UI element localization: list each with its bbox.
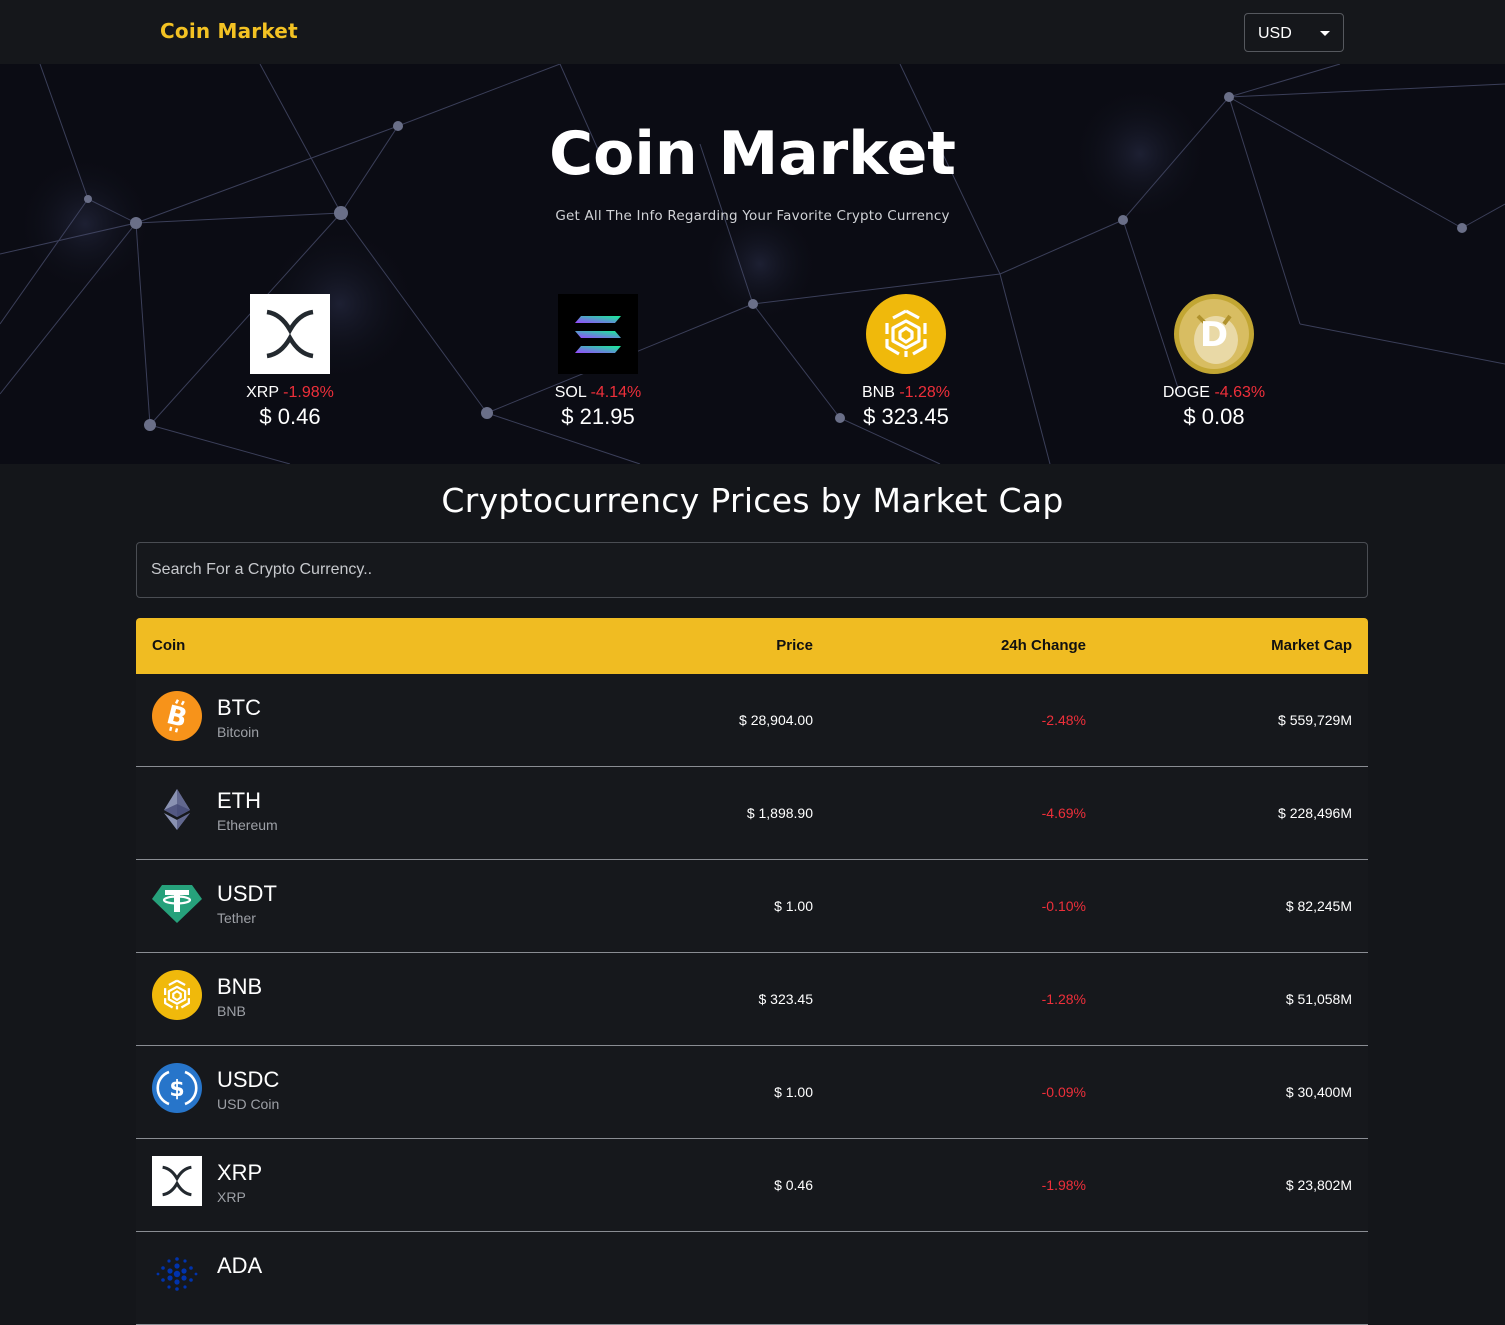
trending-coin-bnb[interactable]: BNB -1.28% $ 323.45 bbox=[806, 294, 1006, 430]
table-header: Coin Price 24h Change Market Cap bbox=[136, 618, 1368, 674]
xrp-icon bbox=[250, 294, 330, 374]
trending-symbol: DOGE bbox=[1162, 384, 1210, 401]
table-row[interactable]: USDT Tether $ 1.00 -0.10% $ 82,245M bbox=[136, 860, 1368, 953]
brand-logo[interactable]: Coin Market bbox=[160, 19, 298, 43]
coin-symbol: ADA bbox=[217, 1253, 263, 1278]
trending-price: $ 21.95 bbox=[561, 404, 635, 429]
doge-icon: D bbox=[1174, 294, 1254, 374]
trending-change: -1.28% bbox=[899, 384, 951, 401]
column-header-24h-change[interactable]: 24h Change bbox=[1001, 637, 1086, 654]
coin-symbol: USDT bbox=[217, 881, 277, 906]
coin-24h-change: -1.98% bbox=[1041, 1177, 1086, 1193]
trending-change: -4.63% bbox=[1214, 384, 1266, 401]
ada-icon bbox=[152, 1249, 202, 1299]
usdc-icon: $ bbox=[152, 1063, 202, 1113]
coin-market-cap: $ 51,058M bbox=[1285, 991, 1352, 1007]
btc-icon: B bbox=[152, 691, 202, 741]
trending-symbol: SOL bbox=[554, 384, 587, 401]
coins-table: Coin Price 24h Change Market Cap B BTC B… bbox=[136, 618, 1368, 1325]
bnb-icon bbox=[866, 294, 946, 374]
svg-text:$: $ bbox=[169, 1077, 184, 1102]
coin-24h-change: -2.48% bbox=[1041, 712, 1086, 728]
trending-coin-doge[interactable]: D DOGE -4.63% $ 0.08 bbox=[1114, 294, 1314, 430]
usdt-icon bbox=[152, 877, 202, 927]
table-row[interactable]: $ USDC USD Coin $ 1.00 -0.09% $ 30,400M bbox=[136, 1046, 1368, 1139]
sol-icon bbox=[558, 294, 638, 374]
coin-price: $ 28,904.00 bbox=[739, 712, 813, 728]
coin-symbol: ETH bbox=[217, 788, 261, 813]
coin-price: $ 1.00 bbox=[774, 898, 813, 914]
coin-market-cap: $ 228,496M bbox=[1278, 805, 1352, 821]
trending-symbol: BNB bbox=[861, 384, 895, 401]
currency-select[interactable]: USD bbox=[1244, 13, 1344, 52]
table-row[interactable]: ADA bbox=[136, 1232, 1368, 1325]
currency-selected-value: USD bbox=[1258, 25, 1292, 42]
column-header-price[interactable]: Price bbox=[776, 637, 813, 654]
trending-coin-xrp[interactable]: XRP -1.98% $ 0.46 bbox=[190, 294, 390, 430]
column-header-market-cap[interactable]: Market Cap bbox=[1271, 637, 1352, 654]
eth-icon bbox=[152, 784, 202, 834]
coin-name: USD Coin bbox=[217, 1096, 280, 1112]
coin-price: $ 1,898.90 bbox=[746, 805, 813, 821]
coin-name: XRP bbox=[217, 1189, 246, 1205]
hero-title: Coin Market bbox=[549, 119, 956, 189]
coin-market-cap: $ 559,729M bbox=[1278, 712, 1352, 728]
table-row[interactable]: XRP XRP $ 0.46 -1.98% $ 23,802M bbox=[136, 1139, 1368, 1232]
search-input[interactable] bbox=[136, 542, 1368, 598]
trending-change: -4.14% bbox=[590, 384, 642, 401]
trending-price: $ 0.46 bbox=[259, 404, 321, 429]
trending-coin-sol[interactable]: SOL -4.14% $ 21.95 bbox=[498, 294, 698, 430]
table-row[interactable]: BNB BNB $ 323.45 -1.28% $ 51,058M bbox=[136, 953, 1368, 1046]
coin-24h-change: -1.28% bbox=[1041, 991, 1086, 1007]
trending-price: $ 0.08 bbox=[1183, 404, 1245, 429]
table-row[interactable]: B BTC Bitcoin $ 28,904.00 -2.48% $ 559,7… bbox=[136, 674, 1368, 767]
coin-name: Ethereum bbox=[217, 817, 278, 833]
trending-change: -1.98% bbox=[283, 384, 334, 401]
table-row[interactable]: ETH Ethereum $ 1,898.90 -4.69% $ 228,496… bbox=[136, 767, 1368, 860]
coin-market-cap: $ 30,400M bbox=[1285, 1084, 1352, 1100]
chevron-down-icon bbox=[1320, 31, 1330, 36]
coin-symbol: BNB bbox=[217, 974, 263, 999]
coin-name: Tether bbox=[217, 910, 256, 926]
coin-name: Bitcoin bbox=[217, 724, 260, 740]
coin-symbol: XRP bbox=[217, 1160, 263, 1185]
hero-subtitle: Get All The Info Regarding Your Favorite… bbox=[555, 208, 950, 224]
top-navbar: Coin Market USD bbox=[0, 0, 1505, 64]
coin-symbol: USDC bbox=[217, 1067, 280, 1092]
coin-market-cap: $ 23,802M bbox=[1285, 1177, 1352, 1193]
hero-banner: Coin Market Get All The Info Regarding Y… bbox=[0, 64, 1505, 464]
bnb-icon bbox=[152, 970, 202, 1020]
svg-text:D: D bbox=[1200, 315, 1228, 355]
coin-symbol: BTC bbox=[217, 695, 261, 720]
trending-price: $ 323.45 bbox=[863, 404, 949, 429]
section-title: Cryptocurrency Prices by Market Cap bbox=[441, 481, 1064, 520]
trending-symbol: XRP bbox=[246, 384, 279, 401]
coin-24h-change: -0.10% bbox=[1041, 898, 1086, 914]
coin-24h-change: -4.69% bbox=[1041, 805, 1086, 821]
column-header-coin[interactable]: Coin bbox=[152, 637, 185, 654]
xrp-icon bbox=[152, 1156, 202, 1206]
coin-name: BNB bbox=[217, 1003, 246, 1019]
coin-market-cap: $ 82,245M bbox=[1285, 898, 1352, 914]
coin-price: $ 0.46 bbox=[774, 1177, 813, 1193]
coin-price: $ 323.45 bbox=[758, 991, 814, 1007]
coin-24h-change: -0.09% bbox=[1041, 1084, 1086, 1100]
coin-price: $ 1.00 bbox=[774, 1084, 813, 1100]
